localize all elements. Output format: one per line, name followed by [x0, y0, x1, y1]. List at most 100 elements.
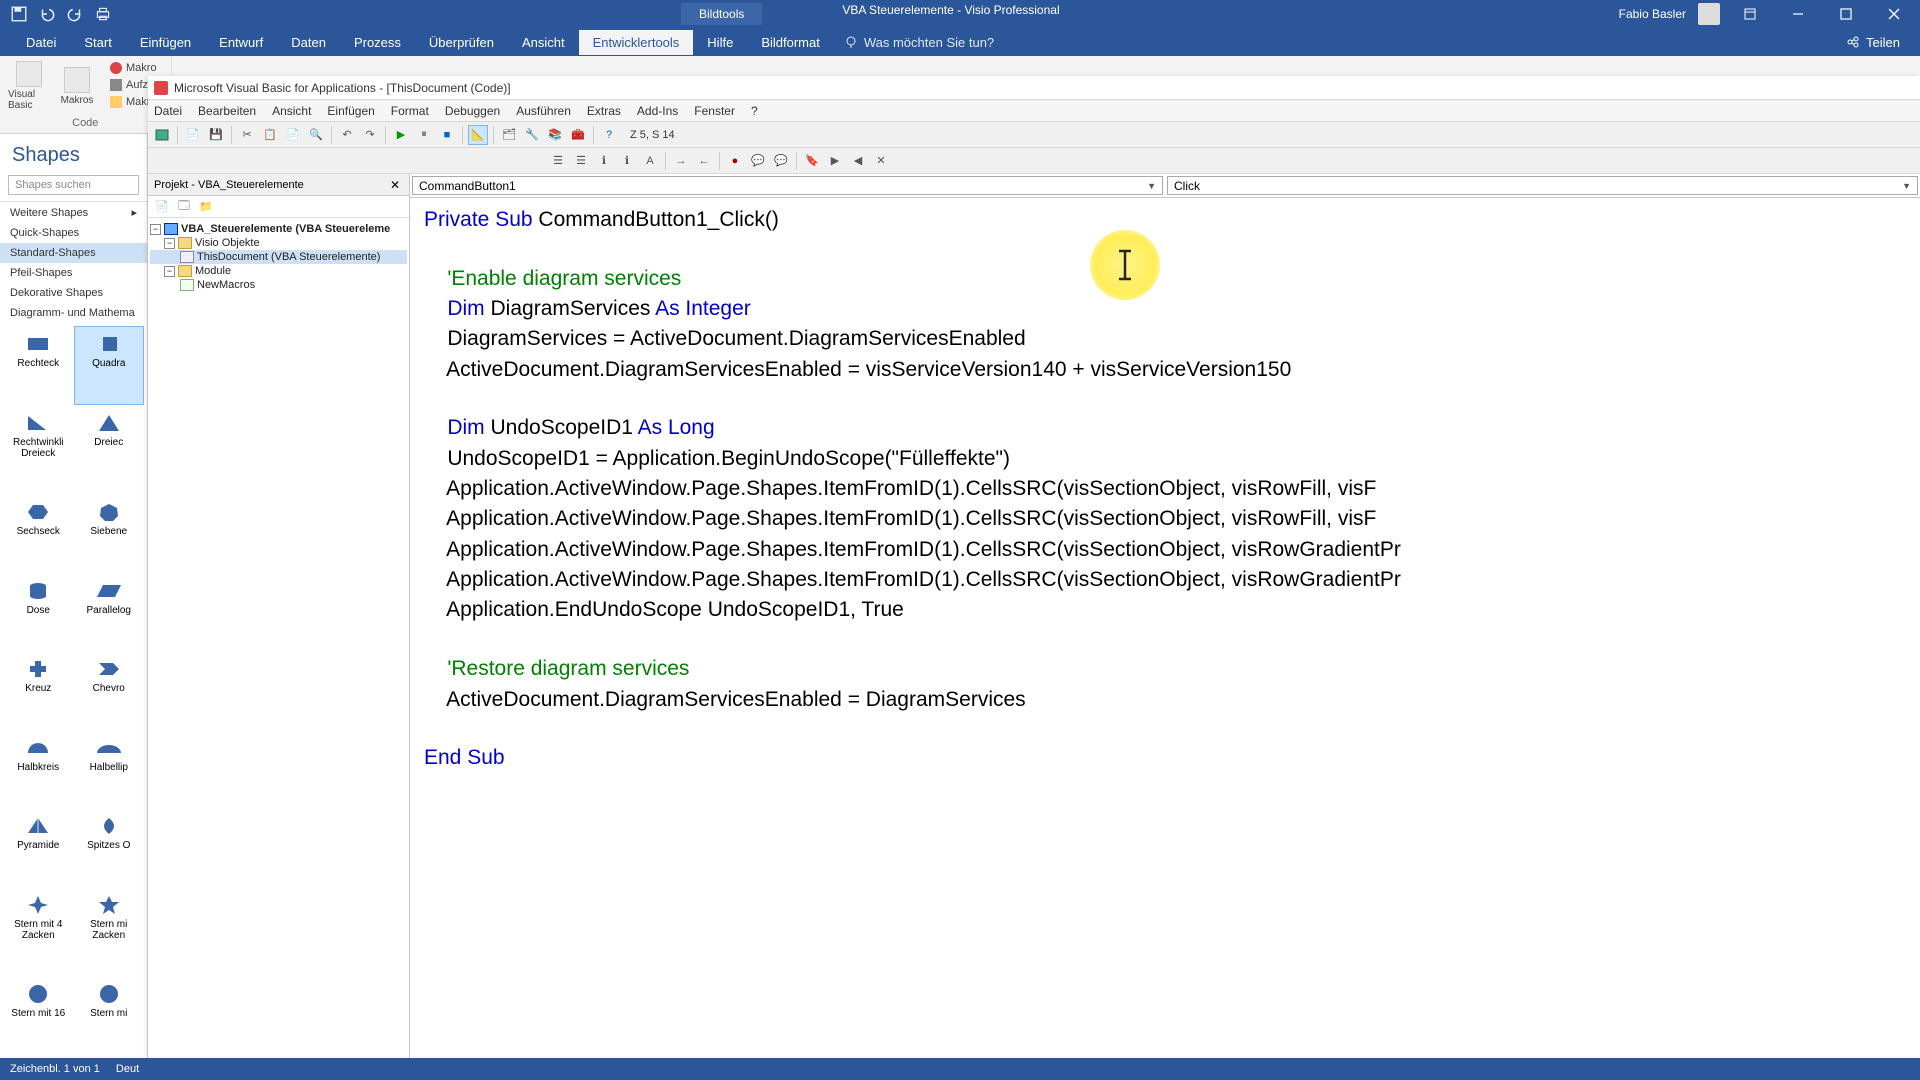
tb-cut-icon[interactable]: ✂ — [237, 125, 257, 145]
shape-rechteck[interactable]: Rechteck — [4, 327, 73, 404]
tb-break-icon[interactable]: ⏸ — [414, 125, 434, 145]
shape-kreuz[interactable]: Kreuz — [4, 652, 73, 729]
vba-menu-ausfuehren[interactable]: Ausführen — [516, 104, 571, 118]
code-editor[interactable]: Private Sub CommandButton1_Click() 'Enab… — [410, 198, 1920, 1058]
shape-stern4[interactable]: Stern mit 4 Zacken — [4, 888, 73, 976]
macros-button[interactable]: Makros — [56, 60, 98, 112]
tb-copy-icon[interactable]: 📋 — [260, 125, 280, 145]
tb-parameter-info-icon[interactable]: ℹ — [617, 151, 637, 171]
tb-redo-icon[interactable]: ↷ — [360, 125, 380, 145]
visual-basic-button[interactable]: Visual Basic — [8, 60, 50, 112]
tb-undo-icon[interactable]: ↶ — [337, 125, 357, 145]
ribbon-options-icon[interactable] — [1732, 0, 1768, 28]
macro-record-button[interactable]: Makro — [104, 60, 163, 76]
minimize-button[interactable] — [1780, 0, 1816, 28]
tb-reset-icon[interactable]: ■ — [437, 125, 457, 145]
shapes-cat-arrow[interactable]: Pfeil-Shapes — [0, 263, 147, 283]
shapes-cat-standard[interactable]: Standard-Shapes — [0, 243, 147, 263]
maximize-button[interactable] — [1828, 0, 1864, 28]
redo-icon[interactable] — [66, 5, 84, 23]
tab-hilfe[interactable]: Hilfe — [693, 30, 747, 55]
shape-sechseck[interactable]: Sechseck — [4, 495, 73, 572]
tab-entwurf[interactable]: Entwurf — [205, 30, 277, 55]
object-dropdown[interactable]: CommandButton1▼ — [412, 176, 1163, 195]
shape-stern16[interactable]: Stern mit 16 — [4, 977, 73, 1054]
tb-clear-bookmarks-icon[interactable]: ✕ — [871, 151, 891, 171]
tb-bookmark-icon[interactable]: 🔖 — [802, 151, 822, 171]
tb-paste-icon[interactable]: 📄 — [283, 125, 303, 145]
tab-einfuegen[interactable]: Einfügen — [126, 30, 205, 55]
shapes-cat-more[interactable]: Weitere Shapes▸ — [0, 202, 147, 223]
tb-quick-info-icon[interactable]: ℹ — [594, 151, 614, 171]
vba-menu-einfuegen[interactable]: Einfügen — [327, 104, 374, 118]
tb-toolbox-icon[interactable]: 🧰 — [568, 125, 588, 145]
tree-item-thisdocument[interactable]: ThisDocument (VBA Steuerelemente) — [150, 250, 407, 264]
share-button[interactable]: Teilen — [1826, 30, 1920, 55]
shape-spitzes-oval[interactable]: Spitzes O — [75, 809, 144, 886]
tab-entwicklertools[interactable]: Entwicklertools — [579, 30, 694, 55]
vba-menu-extras[interactable]: Extras — [587, 104, 621, 118]
tb-next-bookmark-icon[interactable]: ▶ — [825, 151, 845, 171]
user-name[interactable]: Fabio Basler — [1619, 7, 1686, 21]
tree-folder-visio-objects[interactable]: −Visio Objekte — [150, 236, 407, 250]
project-close-button[interactable]: ✕ — [387, 177, 403, 193]
vba-menu-ansicht[interactable]: Ansicht — [272, 104, 311, 118]
shapes-cat-diagram[interactable]: Diagramm- und Mathema — [0, 303, 147, 323]
tb-run-icon[interactable]: ▶ — [391, 125, 411, 145]
view-object-icon[interactable]: 🗔 — [174, 197, 194, 217]
shape-quadrat[interactable]: Quadra — [75, 327, 144, 404]
tree-item-newmacros[interactable]: NewMacros — [150, 278, 407, 292]
close-button[interactable] — [1876, 0, 1912, 28]
shapes-cat-quick[interactable]: Quick-Shapes — [0, 223, 147, 243]
vba-menu-help[interactable]: ? — [751, 104, 758, 118]
collapse-icon[interactable]: − — [164, 266, 175, 277]
print-icon[interactable] — [94, 5, 112, 23]
vba-menu-fenster[interactable]: Fenster — [694, 104, 735, 118]
tb-project-explorer-icon[interactable]: 🗂 — [499, 125, 519, 145]
tree-project-root[interactable]: −VBA_Steuerelemente (VBA Steuereleme — [150, 222, 407, 236]
tb-complete-word-icon[interactable]: A — [640, 151, 660, 171]
tb-properties-icon[interactable]: 🔧 — [522, 125, 542, 145]
tab-ueberpruefen[interactable]: Überprüfen — [415, 30, 508, 55]
shape-halbkreis[interactable]: Halbkreis — [4, 731, 73, 808]
shape-halbellipse[interactable]: Halbellip — [75, 731, 144, 808]
collapse-icon[interactable]: − — [150, 224, 161, 235]
shapes-cat-decorative[interactable]: Dekorative Shapes — [0, 283, 147, 303]
tb-list-properties-icon[interactable]: ☰ — [548, 151, 568, 171]
tree-folder-modules[interactable]: −Module — [150, 264, 407, 278]
tab-ansicht[interactable]: Ansicht — [508, 30, 579, 55]
tab-bildformat[interactable]: Bildformat — [747, 30, 834, 55]
tb-view-visio-icon[interactable] — [152, 125, 172, 145]
vba-menu-bearbeiten[interactable]: Bearbeiten — [198, 104, 256, 118]
shape-rechtw-dreieck[interactable]: Rechtwinkli Dreieck — [4, 406, 73, 494]
view-code-icon[interactable]: 📄 — [152, 197, 172, 217]
tab-prozess[interactable]: Prozess — [340, 30, 415, 55]
tb-find-icon[interactable]: 🔍 — [306, 125, 326, 145]
undo-icon[interactable] — [38, 5, 56, 23]
shape-siebeneck[interactable]: Siebene — [75, 495, 144, 572]
tb-object-browser-icon[interactable]: 📚 — [545, 125, 565, 145]
tb-save-icon[interactable]: 💾 — [206, 125, 226, 145]
vba-menu-addins[interactable]: Add-Ins — [637, 104, 678, 118]
tb-breakpoint-icon[interactable]: ● — [725, 151, 745, 171]
shape-dose[interactable]: Dose — [4, 574, 73, 651]
status-page-count[interactable]: Zeichenbl. 1 von 1 — [10, 1063, 100, 1075]
procedure-dropdown[interactable]: Click▼ — [1167, 176, 1918, 195]
save-icon[interactable] — [10, 5, 28, 23]
tab-start[interactable]: Start — [70, 30, 125, 55]
tb-insert-icon[interactable]: 📄 — [183, 125, 203, 145]
shape-parallelogramm[interactable]: Parallelog — [75, 574, 144, 651]
vba-menu-format[interactable]: Format — [391, 104, 429, 118]
toggle-folders-icon[interactable]: 📁 — [196, 197, 216, 217]
shape-chevron[interactable]: Chevro — [75, 652, 144, 729]
tb-indent-icon[interactable]: → — [671, 151, 691, 171]
user-avatar[interactable] — [1698, 3, 1720, 25]
tb-prev-bookmark-icon[interactable]: ◀ — [848, 151, 868, 171]
tb-outdent-icon[interactable]: ← — [694, 151, 714, 171]
collapse-icon[interactable]: − — [164, 238, 175, 249]
shape-pyramide[interactable]: Pyramide — [4, 809, 73, 886]
vba-menu-debuggen[interactable]: Debuggen — [445, 104, 500, 118]
shape-dreieck[interactable]: Dreiec — [75, 406, 144, 494]
project-tree[interactable]: −VBA_Steuerelemente (VBA Steuereleme −Vi… — [148, 218, 409, 1058]
status-language[interactable]: Deut — [116, 1063, 139, 1075]
